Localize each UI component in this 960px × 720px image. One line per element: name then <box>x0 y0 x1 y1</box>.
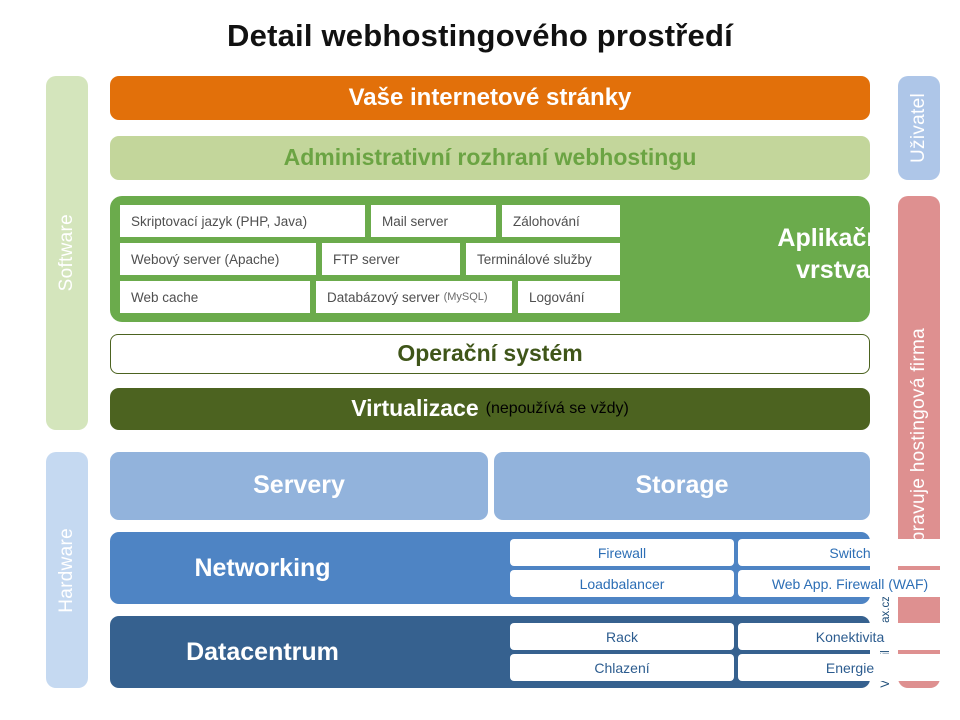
layer-operating-system: Operační systém <box>110 334 870 374</box>
datacenter-items: Rack Konektivita Chlazení Energie <box>510 623 960 681</box>
rail-hardware: Hardware <box>46 452 88 688</box>
application-item: Web cache <box>120 281 310 313</box>
application-item-label: Terminálové služby <box>477 251 592 267</box>
layer-application: Aplikační vrstva Skriptovací jazyk (PHP,… <box>110 196 889 322</box>
mini-item: Firewall <box>510 539 734 566</box>
layer-websites-label: Vaše internetové stránky <box>348 83 632 111</box>
application-item: Mail server <box>371 205 496 237</box>
layer-application-title-line2: vrstva <box>796 256 870 284</box>
mini-row: Firewall Switch <box>510 539 960 566</box>
layer-application-title: Aplikační vrstva <box>728 222 938 286</box>
layer-networking-label: Networking <box>194 553 331 582</box>
layer-datacenter-label: Datacentrum <box>186 637 339 666</box>
layer-application-title-line1: Aplikační <box>777 224 889 252</box>
application-item-label: Web cache <box>131 289 199 305</box>
application-item: FTP server <box>322 243 460 275</box>
layer-admin-interface-label: Administrativní rozhraní webhostingu <box>283 144 697 171</box>
application-item: Terminálové služby <box>466 243 620 275</box>
application-item: Logování <box>518 281 620 313</box>
mini-row: Chlazení Energie <box>510 654 960 681</box>
application-item-label: Databázový server <box>327 289 440 305</box>
rail-user-label: Uživatel <box>908 93 929 163</box>
layer-storage-label: Storage <box>635 471 729 500</box>
rail-software-label: Software <box>56 214 77 292</box>
layer-servers-label: Servery <box>253 471 345 500</box>
layer-operating-system-label: Operační systém <box>397 340 583 367</box>
mini-item: Konektivita <box>738 623 960 650</box>
rail-user: Uživatel <box>898 76 940 180</box>
application-item-sublabel: (MySQL) <box>443 291 488 303</box>
mini-item: Switch <box>738 539 960 566</box>
application-item-label: Webový server (Apache) <box>131 251 280 267</box>
application-item-label: Skriptovací jazyk (PHP, Java) <box>131 213 308 229</box>
layer-networking: Networking Firewall Switch Loadbalancer Web… <box>110 532 960 604</box>
application-item-label: Logování <box>529 289 585 305</box>
application-item: Webový server (Apache) <box>120 243 316 275</box>
diagram-canvas: Detail webhostingového prostředí Softwar… <box>0 0 960 720</box>
layer-storage: Storage <box>494 452 870 520</box>
mini-row: Rack Konektivita <box>510 623 960 650</box>
application-item-label: Zálohování <box>513 213 580 229</box>
application-row: Web cache Databázový server (MySQL) Logován… <box>120 281 720 313</box>
rail-hosting-company-label: Spravuje hostingová firma <box>908 328 929 556</box>
networking-items: Firewall Switch Loadbalancer Web App. Firew… <box>510 539 960 597</box>
mini-row: Loadbalancer Web App. Firewall (WAF) <box>510 570 960 597</box>
layer-datacenter: Datacentrum Rack Konektivita Chlazení Energ… <box>110 616 960 688</box>
mini-item: Chlazení <box>510 654 734 681</box>
application-row: Webový server (Apache) FTP server Terminál… <box>120 243 720 275</box>
page-title: Detail webhostingového prostředí <box>227 18 733 53</box>
layer-websites: Vaše internetové stránky <box>110 76 870 120</box>
layer-virtualization-note: (nepoužívá se vždy) <box>485 400 629 417</box>
application-item-label: FTP server <box>333 251 400 267</box>
rail-hardware-label: Hardware <box>56 527 77 613</box>
application-item: Databázový server (MySQL) <box>316 281 512 313</box>
application-item: Zálohování <box>502 205 620 237</box>
layer-virtualization-label: Virtualizace <box>351 395 479 422</box>
application-item: Skriptovací jazyk (PHP, Java) <box>120 205 365 237</box>
layer-admin-interface: Administrativní rozhraní webhostingu <box>110 136 870 180</box>
mini-item: Web App. Firewall (WAF) <box>738 570 960 597</box>
mini-item: Loadbalancer <box>510 570 734 597</box>
application-item-label: Mail server <box>382 213 449 229</box>
mini-item: Rack <box>510 623 734 650</box>
layer-servers: Servery <box>110 452 488 520</box>
rail-software: Software <box>46 76 88 430</box>
layer-virtualization: Virtualizace (nepoužívá se vždy) <box>110 388 870 430</box>
application-row: Skriptovací jazyk (PHP, Java) Mail server… <box>120 205 720 237</box>
mini-item: Energie <box>738 654 960 681</box>
